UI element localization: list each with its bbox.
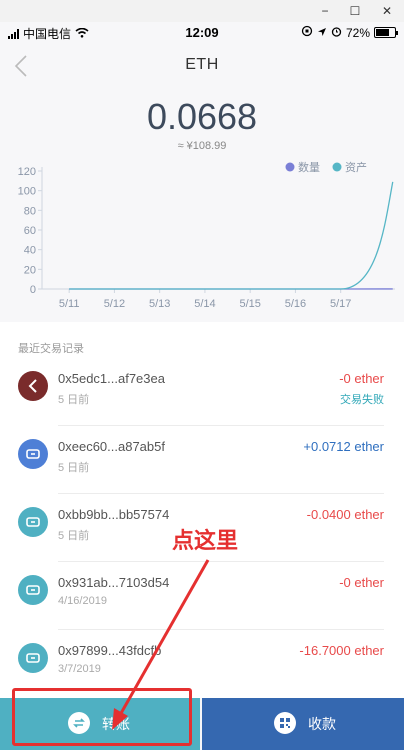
location-icon [317,26,327,40]
x-tick-label: 5/11 [59,298,80,310]
y-tick-label: 60 [24,225,36,237]
transaction-status: 交易失败 [340,394,384,406]
x-tick-label: 5/16 [285,298,306,310]
x-tick-label: 5/17 [330,298,351,310]
outgoing-transaction-icon [18,575,48,605]
transaction-date: 5 日前 [58,530,90,542]
annotation-text: 点这里 [172,528,239,553]
qr-code-icon [274,712,296,734]
minimize-button[interactable]: − [310,2,340,20]
outgoing-transaction-icon [18,643,48,673]
transaction-amount: -0 ether [339,371,384,386]
balance-amount: 0.0668 [146,96,258,137]
close-button[interactable]: ✕ [372,2,402,20]
transaction-row[interactable]: 0xeec60...a87ab5f 5 日前 +0.0712 ether [0,426,404,494]
transaction-address: 0x931ab...7103d54 [58,575,170,590]
y-tick-label: 120 [18,166,36,178]
transaction-address: 0x5edc1...af7e3ea [58,371,165,386]
transaction-date: 4/16/2019 [58,595,107,607]
status-bar: 中国电信 12:09 72% [0,22,404,44]
legend-label: 数量 [298,161,320,174]
annotation-box [12,688,192,746]
transaction-row[interactable]: 0x5edc1...af7e3ea 5 日前 -0 ether 交易失败 [0,358,404,426]
window-title-bar: − ☐ ✕ [0,0,404,22]
transaction-date: 5 日前 [58,462,90,474]
balance-fiat-value: ≈ ¥108.99 [177,140,227,152]
transaction-row[interactable]: 0x931ab...7103d54 4/16/2019 -0 ether [0,562,404,630]
failed-transaction-icon [18,371,48,401]
maximize-button[interactable]: ☐ [340,2,370,20]
y-tick-label: 20 [24,264,36,276]
section-title: 最近交易记录 [18,343,84,355]
transaction-amount: -0.0400 ether [306,507,384,522]
transaction-date: 3/7/2019 [58,663,101,675]
legend-label: 资产 [345,160,367,174]
transaction-date: 5 日前 [58,394,90,406]
transaction-address: 0xeec60...a87ab5f [58,439,165,454]
outgoing-transaction-icon [18,507,48,537]
battery-percent: 72% [345,25,370,40]
y-tick-label: 40 [24,245,36,257]
transaction-list: 最近交易记录 0x5edc1...af7e3ea 5 日前 -0 ether 交易失败… [0,322,404,698]
receive-label: 收款 [308,716,336,732]
legend-marker [285,162,295,172]
legend-marker [332,162,342,172]
y-tick-label: 100 [18,186,36,198]
navigation-bar: ETH [0,44,404,88]
receive-button[interactable]: 收款 [202,698,404,750]
transaction-amount: -16.7000 ether [299,643,384,658]
transaction-amount: -0 ether [339,575,384,590]
y-tick-label: 0 [30,284,36,296]
battery-icon [374,27,398,38]
transaction-address: 0x97899...43fdcfb [58,643,162,658]
x-tick-label: 5/15 [239,298,260,310]
alarm-icon [331,26,342,40]
orientation-lock-icon [301,25,313,40]
x-tick-label: 5/13 [149,298,170,310]
balance-chart: 0 20 40 60 80 100 120 5/11 5/12 5/13 5/14 5/15 5/16 5… [18,160,395,310]
incoming-transaction-icon [18,439,48,469]
y-tick-label: 80 [24,205,36,217]
page-title: ETH [185,56,219,73]
series-line [69,181,394,290]
transaction-amount: +0.0712 ether [303,439,384,454]
x-tick-label: 5/12 [104,298,125,310]
transaction-address: 0xbb9bb...bb57574 [58,507,170,522]
x-tick-label: 5/14 [194,298,215,310]
